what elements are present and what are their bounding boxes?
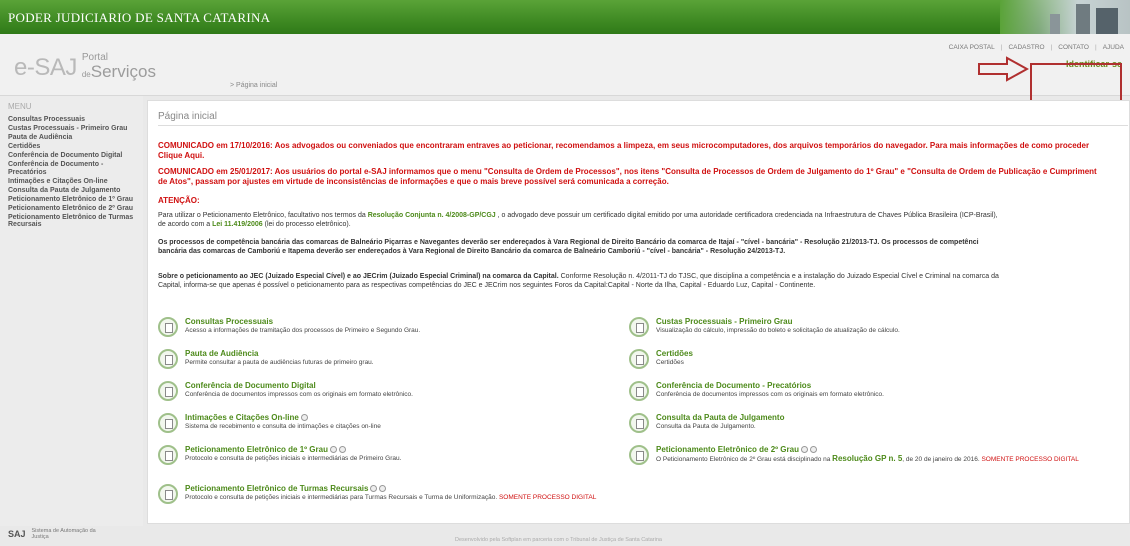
sidebar-item-certidoes[interactable]: Certidões <box>8 143 142 151</box>
notice-2: COMUNICADO em 25/01/2017: Aos usuários d… <box>158 167 1097 176</box>
notice-2-cont: de Atos", passam por ajustes em virtude … <box>158 177 669 186</box>
link-lei-11419[interactable]: Lei 11.419/2006 <box>212 221 263 228</box>
main-content: Página inicial COMUNICADO em 17/10/2016:… <box>147 100 1130 524</box>
sidebar-item-conferencia-digital[interactable]: Conferência de Documento Digital <box>8 152 142 160</box>
sidebar-item-peticionamento-turmas[interactable]: Peticionamento Eletrônico de Turmas Recu… <box>8 214 142 229</box>
certificate-lock-icon <box>300 414 308 422</box>
service-conferencia-precatorios[interactable]: Conferência de Documento - Precatórios C… <box>629 381 1099 409</box>
service-custas-processuais[interactable]: Custas Processuais - Primeiro Grau Visua… <box>629 317 1099 345</box>
service-intimacoes[interactable]: Intimações e Citações On-line Sistema de… <box>158 413 628 441</box>
service-pauta-audiencia[interactable]: Pauta de Audiência Permite consultar a p… <box>158 349 628 377</box>
magnifier-document-icon <box>158 317 178 337</box>
pen-document-icon <box>158 445 178 465</box>
portal-header: e-SAJ Portal de Serviços CAIXA POSTAL | … <box>0 34 1130 96</box>
breadcrumb: > Página inicial <box>230 82 278 89</box>
sidebar-menu: MENU Consultas Processuais Custas Proces… <box>0 96 143 526</box>
top-banner: PODER JUDICIARIO DE SANTA CATARINA <box>0 0 1130 34</box>
footer-saj: SAJ Sistema de Automação da Justiça <box>8 528 102 540</box>
link-ajuda[interactable]: AJUDA <box>1103 44 1124 51</box>
calculator-document-icon <box>629 317 649 337</box>
paragraph-icp: Para utilizar o Peticionamento Eletrônic… <box>158 212 998 219</box>
paragraph-bancaria: Os processos de competência bancária das… <box>158 239 979 246</box>
paragraph-jec-cont: Capital, informa-se que apenas é possíve… <box>158 282 816 289</box>
logo-esaj-text: e-SAJ <box>14 54 77 81</box>
attention-title: ATENÇÃO: <box>158 196 200 205</box>
service-peticionamento-turmas[interactable]: Peticionamento Eletrônico de Turmas Recu… <box>158 484 628 520</box>
logo-de-text: de <box>81 70 91 79</box>
gavel-document-icon <box>629 413 649 433</box>
pen-document-icon <box>629 445 649 465</box>
certificate-lock-icon <box>338 446 346 454</box>
sidebar-item-conferencia-precatorios[interactable]: Conferência de Documento - Precatórios <box>8 161 142 176</box>
web-icon <box>329 446 337 454</box>
annotation-arrow-icon <box>978 56 1029 82</box>
sidebar-item-pauta-audiencia[interactable]: Pauta de Audiência <box>8 134 142 142</box>
link-contato[interactable]: CONTATO <box>1058 44 1089 51</box>
paragraph-icp-cont: de acordo com a Lei 11.419/2006 (lei do … <box>158 221 351 228</box>
document-check-icon <box>158 381 178 401</box>
sidebar-item-custas-processuais[interactable]: Custas Processuais - Primeiro Grau <box>8 125 142 133</box>
service-conferencia-digital[interactable]: Conferência de Documento Digital Conferê… <box>158 381 628 409</box>
menu-title: MENU <box>8 102 32 111</box>
service-pauta-julgamento[interactable]: Consulta da Pauta de Julgamento Consulta… <box>629 413 1099 441</box>
notice-1-link[interactable]: Clique Aqui. <box>158 151 1129 161</box>
esaj-logo[interactable]: e-SAJ Portal de Serviços <box>14 48 156 81</box>
certificate-lock-icon <box>809 446 817 454</box>
title-divider <box>158 125 1128 126</box>
top-links: CAIXA POSTAL | CADASTRO | CONTATO | AJUD… <box>948 44 1124 51</box>
web-icon <box>800 446 808 454</box>
menu-list: Consultas Processuais Custas Processuais… <box>8 116 142 230</box>
notice-1: COMUNICADO em 17/10/2016: Aos advogados … <box>158 141 1090 150</box>
page-title: Página inicial <box>158 111 217 122</box>
sidebar-item-peticionamento-1-grau[interactable]: Peticionamento Eletrônico de 1º Grau <box>8 196 142 204</box>
service-certidoes[interactable]: Certidões Certidões <box>629 349 1099 377</box>
service-peticionamento-2-grau[interactable]: Peticionamento Eletrônico de 2º Grau O P… <box>629 445 1099 481</box>
certificate-lock-icon <box>379 485 387 493</box>
logo-servicos-text: Serviços <box>90 62 156 81</box>
link-caixa-postal[interactable]: CAIXA POSTAL <box>949 44 995 51</box>
paragraph-jec: Sobre o peticionamento ao JEC (Juizado E… <box>158 273 999 280</box>
link-resolucao-conjunta[interactable]: Resolução Conjunta n. 4/2008-GP/CGJ <box>368 212 496 219</box>
sidebar-item-consultas-processuais[interactable]: Consultas Processuais <box>8 116 142 124</box>
saj-caption: Sistema de Automação da Justiça <box>31 528 96 540</box>
calendar-document-icon <box>158 349 178 369</box>
service-consultas-processuais[interactable]: Consultas Processuais Acesso a informaçõ… <box>158 317 628 345</box>
paragraph-bancaria-cont: bancária das comarcas de Camboriú e Itap… <box>158 248 786 255</box>
link-resolucao-gp-5[interactable]: Resolução GP n. 5 <box>832 454 902 463</box>
certificate-icon <box>629 349 649 369</box>
sidebar-item-peticionamento-2-grau[interactable]: Peticionamento Eletrônico de 2º Grau <box>8 205 142 213</box>
envelope-document-icon <box>158 413 178 433</box>
saj-logo: SAJ <box>8 529 26 539</box>
sidebar-item-intimacoes[interactable]: Intimações e Citações On-line <box>8 178 142 186</box>
web-icon <box>370 485 378 493</box>
court-name: PODER JUDICIARIO DE SANTA CATARINA <box>8 10 271 25</box>
sidebar-item-pauta-julgamento[interactable]: Consulta da Pauta de Julgamento <box>8 187 142 195</box>
document-seal-icon <box>629 381 649 401</box>
banner-photo <box>1000 0 1130 34</box>
link-cadastro[interactable]: CADASTRO <box>1008 44 1044 51</box>
service-peticionamento-1-grau[interactable]: Peticionamento Eletrônico de 1º Grau Pro… <box>158 445 628 473</box>
footer-credit: Desenvolvido pela Softplan em parceria c… <box>455 537 662 543</box>
pen-document-icon <box>158 484 178 504</box>
